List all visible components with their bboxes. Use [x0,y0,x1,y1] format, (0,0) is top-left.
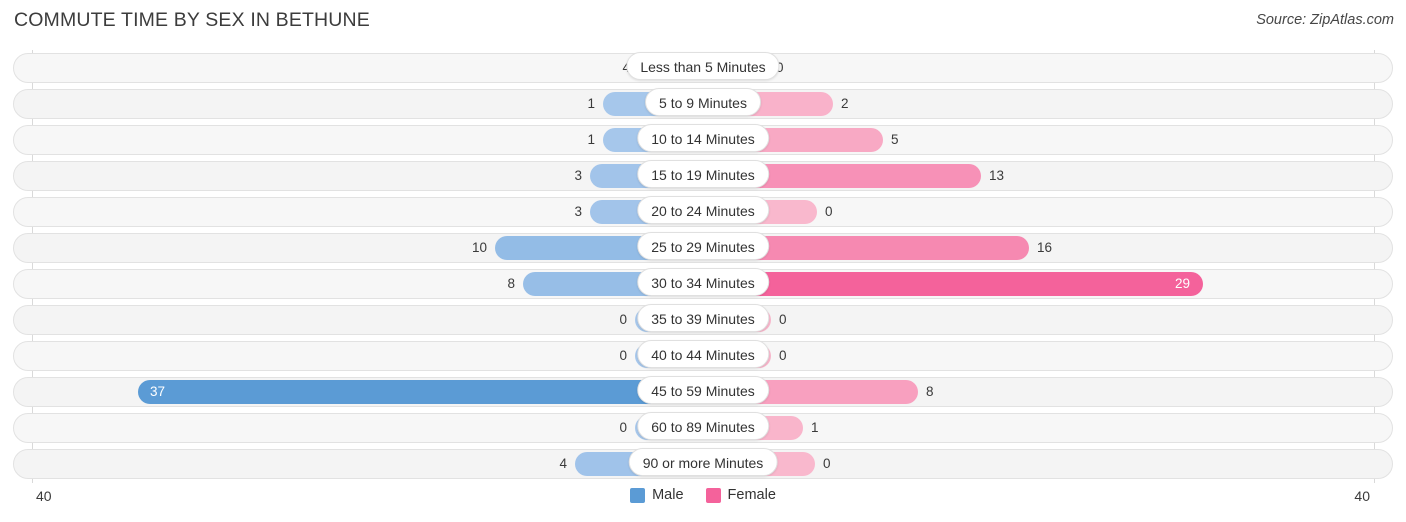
chart-footer: 40 40 Male Female [0,483,1406,522]
male-value-label: 37 [150,384,166,399]
category-label: 40 to 44 Minutes [637,340,769,368]
male-bar[interactable] [138,380,703,404]
category-label: 90 or more Minutes [628,448,778,476]
row-bars: 8 29 30 to 34 Minutes [0,266,1406,302]
male-value-label: 3 [574,168,582,183]
male-value-label: 1 [587,96,595,111]
male-value-label: 0 [619,312,627,327]
table-row: 1 2 5 to 9 Minutes [0,86,1406,122]
male-value-label: 8 [507,276,515,291]
row-bars: 4 0 90 or more Minutes [0,446,1406,482]
legend: Male Female [0,487,1406,503]
female-value-label: 2 [841,96,849,111]
female-value-label: 13 [989,168,1005,183]
legend-item[interactable]: Female [705,487,776,503]
female-bar[interactable] [703,272,1203,296]
male-value-label: 0 [619,348,627,363]
female-value-label: 16 [1037,240,1053,255]
table-row: 1 5 10 to 14 Minutes [0,122,1406,158]
row-bars: 0 0 40 to 44 Minutes [0,338,1406,374]
row-bars: 3 0 20 to 24 Minutes [0,194,1406,230]
table-row: 10 16 25 to 29 Minutes [0,230,1406,266]
bar-rows: 40Less than 5 Minutes125 to 9 Minutes151… [0,50,1406,482]
category-label: 25 to 29 Minutes [637,232,769,260]
table-row: 8 29 30 to 34 Minutes [0,266,1406,302]
plot-area: 40Less than 5 Minutes125 to 9 Minutes151… [0,50,1406,483]
male-value-label: 1 [587,132,595,147]
row-bars: 0 1 60 to 89 Minutes [0,410,1406,446]
table-row: 3 0 20 to 24 Minutes [0,194,1406,230]
category-label: 30 to 34 Minutes [637,268,769,296]
row-bars: 40Less than 5 Minutes [0,50,1406,86]
category-label: 5 to 9 Minutes [645,88,761,116]
row-bars: 1 2 5 to 9 Minutes [0,86,1406,122]
legend-label: Male [652,487,684,503]
male-value-label: 4 [559,456,567,471]
female-value-label: 0 [779,348,787,363]
female-value-label: 1 [811,420,819,435]
category-label: 60 to 89 Minutes [637,412,769,440]
row-bars: 37 8 45 to 59 Minutes [0,374,1406,410]
female-value-label: 29 [1175,276,1191,291]
female-value-label: 0 [823,456,831,471]
table-row: 4 0 90 or more Minutes [0,446,1406,482]
female-value-label: 5 [891,132,899,147]
source-attribution: Source: ZipAtlas.com [1256,12,1394,28]
page-title: COMMUTE TIME BY SEX IN BETHUNE [14,9,370,31]
category-label: Less than 5 Minutes [626,52,780,80]
female-value-label: 8 [926,384,934,399]
legend-swatch-icon [630,487,646,503]
legend-item[interactable]: Male [630,487,684,503]
legend-label: Female [727,487,776,503]
category-label: 15 to 19 Minutes [637,160,769,188]
table-row: 0 0 35 to 39 Minutes [0,302,1406,338]
row-bars: 1 5 10 to 14 Minutes [0,122,1406,158]
table-row: 3 13 15 to 19 Minutes [0,158,1406,194]
table-row: 0 1 60 to 89 Minutes [0,410,1406,446]
row-bars: 3 13 15 to 19 Minutes [0,158,1406,194]
category-label: 10 to 14 Minutes [637,124,769,152]
category-label: 45 to 59 Minutes [637,376,769,404]
category-label: 20 to 24 Minutes [637,196,769,224]
legend-swatch-icon [705,487,721,503]
commute-time-chart: COMMUTE TIME BY SEX IN BETHUNE Source: Z… [0,0,1406,522]
row-bars: 10 16 25 to 29 Minutes [0,230,1406,266]
category-label: 35 to 39 Minutes [637,304,769,332]
female-value-label: 0 [825,204,833,219]
female-value-label: 0 [779,312,787,327]
chart-header: COMMUTE TIME BY SEX IN BETHUNE Source: Z… [0,0,1406,42]
table-row: 0 0 40 to 44 Minutes [0,338,1406,374]
table-row: 37 8 45 to 59 Minutes [0,374,1406,410]
row-bars: 0 0 35 to 39 Minutes [0,302,1406,338]
table-row: 40Less than 5 Minutes [0,50,1406,86]
male-value-label: 0 [619,420,627,435]
male-value-label: 3 [574,204,582,219]
male-value-label: 10 [471,240,487,255]
